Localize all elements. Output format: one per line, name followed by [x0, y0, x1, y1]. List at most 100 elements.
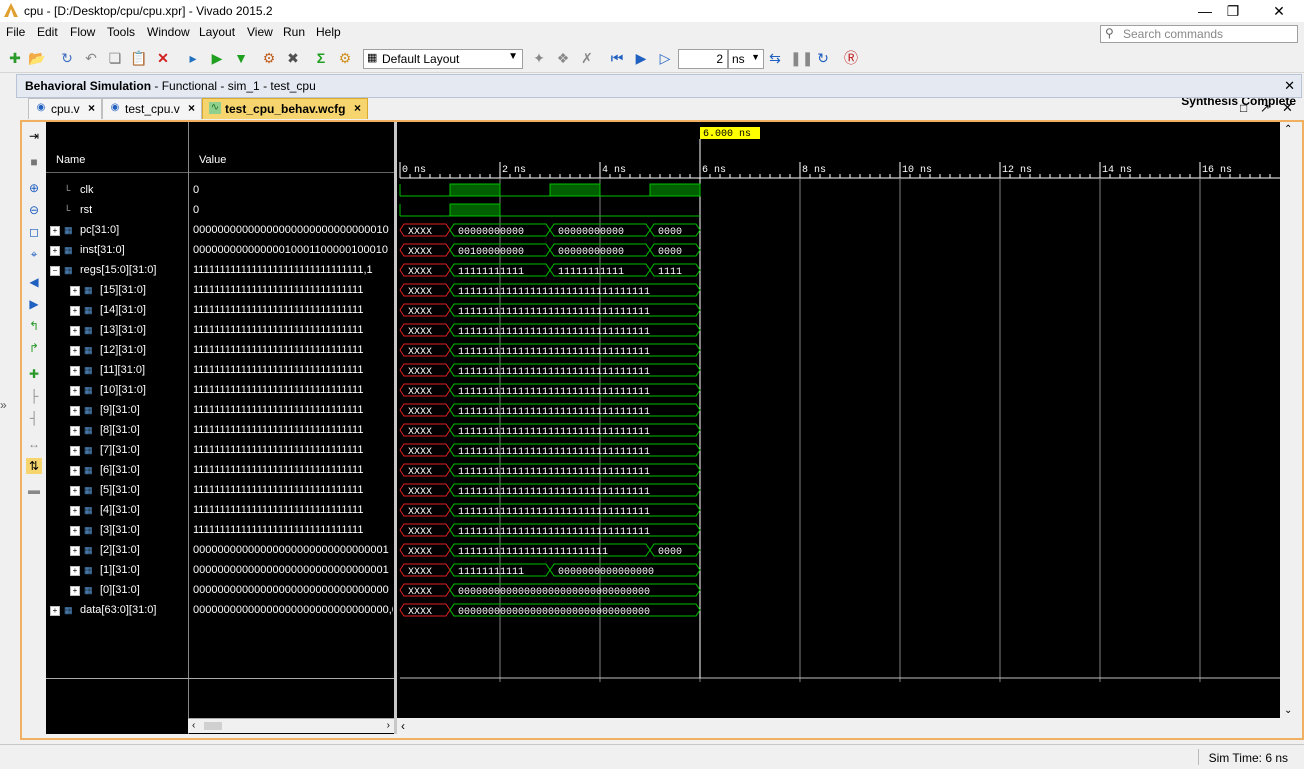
swap-cursors-icon[interactable]: ↔ — [26, 436, 42, 452]
expand-icon[interactable]: + — [70, 566, 80, 576]
maximize-button[interactable]: ❐ — [1218, 2, 1248, 20]
collapse-icon[interactable]: − — [50, 266, 60, 276]
signal-name-row[interactable]: − ▦ regs[15:0][31:0] — [46, 260, 188, 280]
signal-name-row[interactable]: + ▦ [10][31:0] — [46, 380, 188, 400]
expand-icon[interactable]: + — [50, 246, 60, 256]
expand-left-icon[interactable]: » — [0, 398, 7, 412]
signal-name-row[interactable]: + ▦ [11][31:0] — [46, 360, 188, 380]
run-for-icon[interactable]: ▷ — [656, 49, 674, 67]
zoom-cursor-icon[interactable]: ⌖ — [26, 246, 42, 262]
signal-name-row[interactable]: + ▦ data[63:0][31:0] — [46, 600, 188, 620]
relaunch-icon[interactable]: ↻ — [814, 49, 832, 67]
expand-icon[interactable]: + — [70, 446, 80, 456]
expand-icon[interactable]: + — [70, 526, 80, 536]
scroll-thumb[interactable] — [204, 722, 222, 730]
previous-marker-icon[interactable]: ├ — [26, 388, 42, 404]
pause-icon[interactable]: ❚❚ — [790, 49, 813, 67]
save-icon[interactable]: ↻ — [58, 49, 76, 67]
delete-icon[interactable]: ✕ — [154, 49, 172, 67]
minimize-button[interactable]: — — [1190, 2, 1220, 20]
scroll-up-icon[interactable]: ⌃ — [1284, 124, 1292, 135]
undo-icon[interactable]: ↶ — [82, 49, 100, 67]
signal-name-row[interactable]: + ▦ [8][31:0] — [46, 420, 188, 440]
signal-name-row[interactable]: + ▦ [7][31:0] — [46, 440, 188, 460]
new-project-icon[interactable]: ✚ — [6, 49, 24, 67]
close-tab-icon[interactable]: × — [88, 101, 95, 115]
restore-icon[interactable]: □ — [1240, 101, 1247, 115]
tools-icon[interactable]: ✖ — [284, 49, 302, 67]
sigma-icon[interactable]: Σ — [312, 49, 330, 67]
signal-name-row[interactable]: + ▦ [12][31:0] — [46, 340, 188, 360]
signal-name-row[interactable]: + ▦ [4][31:0] — [46, 500, 188, 520]
signal-name-row[interactable]: + ▦ [2][31:0] — [46, 540, 188, 560]
run-simulation-icon[interactable]: ▶ — [208, 49, 226, 67]
expand-icon[interactable]: + — [70, 286, 80, 296]
close-view-icon[interactable]: ✕ — [1282, 100, 1293, 116]
layout-select[interactable]: ▦ Default Layout ▼ — [363, 49, 523, 69]
menu-run[interactable]: Run — [283, 25, 305, 39]
step-icon[interactable]: ⇆ — [766, 49, 784, 67]
next-marker-icon[interactable]: ┤ — [26, 410, 42, 426]
scroll-right-icon[interactable]: › — [387, 720, 390, 731]
signal-name-row[interactable]: + ▦ [5][31:0] — [46, 480, 188, 500]
save-wave-icon[interactable]: ■ — [26, 154, 42, 170]
waveform-hscrollbar[interactable]: ‹ — [397, 718, 1280, 734]
paste-icon[interactable]: 📋 — [130, 49, 148, 67]
generate-bitstream-icon[interactable]: ▼ — [232, 49, 250, 67]
run-time-input[interactable]: 2 — [678, 49, 728, 69]
expand-icon[interactable]: + — [50, 606, 60, 616]
zoom-fit-icon[interactable]: ◻ — [26, 224, 42, 240]
menu-file[interactable]: File — [6, 25, 25, 39]
expand-icon[interactable]: + — [70, 326, 80, 336]
float-slider-icon[interactable]: ▬ — [26, 482, 42, 498]
marker2-icon[interactable]: ❖ — [554, 49, 572, 67]
signal-name-row[interactable]: + ▦ [3][31:0] — [46, 520, 188, 540]
menu-view[interactable]: View — [247, 25, 273, 39]
tab-test-cpu-behav-wcfg[interactable]: ∿ test_cpu_behav.wcfg × — [202, 98, 368, 119]
open-project-icon[interactable]: 📂 — [28, 49, 46, 67]
settings-icon[interactable]: ⚙ — [260, 49, 278, 67]
expand-icon[interactable]: + — [70, 346, 80, 356]
value-hscrollbar[interactable]: ‹ › — [188, 718, 394, 733]
close-tab-icon[interactable]: × — [188, 101, 195, 115]
expand-icon[interactable]: + — [70, 386, 80, 396]
expand-icon[interactable]: + — [70, 546, 80, 556]
run-unit-select[interactable]: ns ▼ — [728, 49, 764, 69]
expand-icon[interactable]: + — [50, 226, 60, 236]
signal-name-row[interactable]: + ▦ [1][31:0] — [46, 560, 188, 580]
signal-name-row[interactable]: + ▦ inst[31:0] — [46, 240, 188, 260]
sidebar-toggle-icon[interactable]: ⇥ — [26, 128, 42, 144]
search-commands-input[interactable]: ⚲ Search commands — [1100, 25, 1298, 43]
value-column-header[interactable]: Value — [189, 150, 395, 173]
name-column-header[interactable]: Name — [46, 150, 188, 173]
float-icon[interactable]: ↗ — [1260, 101, 1270, 115]
signal-name-row[interactable]: + ▦ [14][31:0] — [46, 300, 188, 320]
go-to-end-icon[interactable]: ▶ — [26, 296, 42, 312]
signal-name-row[interactable]: + ▦ [0][31:0] — [46, 580, 188, 600]
close-panel-icon[interactable]: ✕ — [1284, 78, 1295, 94]
scroll-down-icon[interactable]: ⌄ — [1284, 705, 1292, 716]
signal-name-row[interactable]: + ▦ pc[31:0] — [46, 220, 188, 240]
signal-name-row[interactable]: └ rst — [46, 200, 188, 220]
signal-name-row[interactable]: + ▦ [13][31:0] — [46, 320, 188, 340]
menu-flow[interactable]: Flow — [70, 25, 95, 39]
probe-icon[interactable]: ✗ — [578, 49, 596, 67]
marker-icon[interactable]: ✦ — [530, 49, 548, 67]
copy-icon[interactable]: ❏ — [106, 49, 124, 67]
tab-cpu-v[interactable]: ◉ cpu.v × — [28, 98, 102, 119]
scroll-left-icon[interactable]: ‹ — [192, 720, 195, 731]
snap-transition-icon[interactable]: ⇅ — [26, 458, 42, 474]
scroll-left-icon[interactable]: ‹ — [401, 719, 405, 733]
menu-help[interactable]: Help — [316, 25, 341, 39]
help-icon[interactable]: Ⓡ — [842, 49, 860, 67]
add-marker-icon[interactable]: ✚ — [26, 366, 42, 382]
expand-icon[interactable]: + — [70, 486, 80, 496]
menu-tools[interactable]: Tools — [107, 25, 135, 39]
previous-transition-icon[interactable]: ↰ — [26, 318, 42, 334]
expand-icon[interactable]: + — [70, 506, 80, 516]
run-synthesis-icon[interactable]: ▸ — [184, 49, 202, 67]
next-transition-icon[interactable]: ↱ — [26, 340, 42, 356]
expand-icon[interactable]: + — [70, 406, 80, 416]
signal-name-row[interactable]: + ▦ [9][31:0] — [46, 400, 188, 420]
run-all-icon[interactable]: ▶ — [632, 49, 650, 67]
